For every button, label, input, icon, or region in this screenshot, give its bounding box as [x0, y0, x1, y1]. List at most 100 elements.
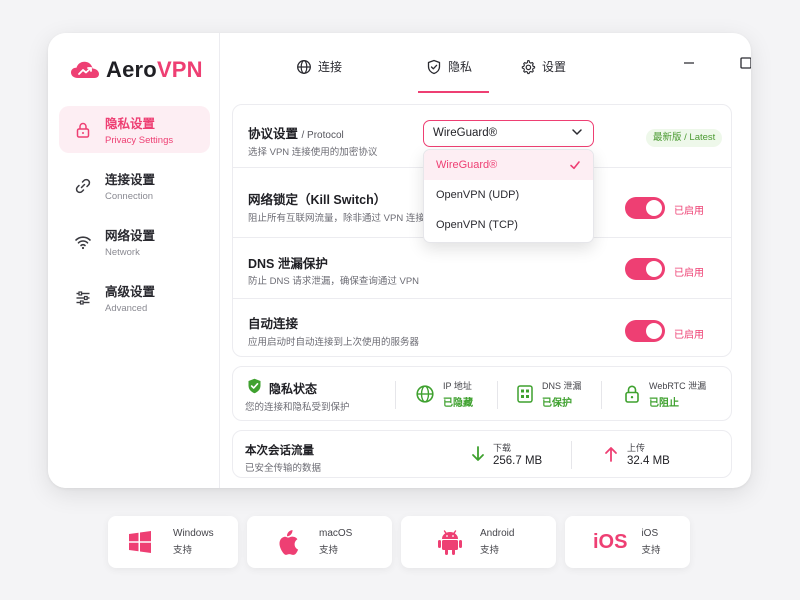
minimize-button[interactable]	[681, 55, 697, 71]
dns-icon	[517, 385, 533, 403]
divider	[601, 381, 602, 409]
platform-card-macos[interactable]: macOS 支持	[247, 516, 392, 568]
setting-desc: 阻止所有互联网流量，除非通过 VPN 连接	[248, 213, 425, 224]
setting-title: 自动连接	[248, 317, 299, 331]
sidebar-item-sublabel: Connection	[105, 191, 154, 202]
wifi-icon	[75, 235, 91, 249]
protocol-option[interactable]: WireGuard®	[424, 150, 593, 180]
maximize-icon	[740, 57, 751, 69]
sidebar-item-label: 连接设置	[105, 173, 156, 187]
link-icon	[75, 178, 91, 193]
sidebar-item-label: 隐私设置	[105, 117, 156, 131]
protocol-option-label: OpenVPN (UDP)	[436, 189, 520, 201]
sidebar-item-connection[interactable]: 连接设置 Connection	[59, 162, 210, 209]
protocol-option[interactable]: OpenVPN (TCP)	[424, 210, 593, 240]
platform-support: 支持	[319, 545, 339, 556]
shield-check-icon	[248, 378, 261, 394]
tab-label: 隐私	[448, 60, 473, 74]
download-value: 256.7 MB	[493, 455, 543, 467]
platform-name: Android	[480, 528, 515, 539]
maximize-button[interactable]	[738, 55, 751, 71]
platform-name: macOS	[319, 528, 353, 539]
tab-settings[interactable]: 设置	[516, 59, 570, 93]
upload-value: 32.4 MB	[627, 455, 670, 467]
upload-arrow-icon	[605, 447, 617, 462]
privacy-item-ip: IP 地址 已隐藏	[415, 379, 473, 409]
cloud-logo-icon	[71, 61, 99, 78]
app-window: AeroVPN 隐私设置 Privacy Settings 连接设置 Conne…	[48, 33, 751, 488]
divider	[497, 381, 498, 409]
auto-connect-toggle[interactable]	[625, 320, 665, 342]
privacy-item-value: 已保护	[542, 398, 572, 409]
protocol-title-cn: 协议设置	[248, 127, 299, 141]
tab-privacy[interactable]: 隐私	[418, 59, 489, 93]
protocol-dropdown: WireGuard® OpenVPN (UDP) OpenVPN (TCP)	[423, 149, 594, 243]
platform-card-android[interactable]: Android 支持	[401, 516, 556, 568]
setting-row-dns-leak: DNS 泄漏保护 防止 DNS 请求泄漏，确保查询通过 VPN 已启用	[233, 238, 731, 298]
shield-icon	[427, 59, 441, 75]
setting-status: 已启用	[674, 268, 704, 279]
setting-status: 已启用	[674, 206, 704, 217]
toggle-knob	[646, 200, 662, 216]
setting-desc: 防止 DNS 请求泄漏，确保查询通过 VPN	[248, 276, 420, 287]
tab-label: 设置	[542, 60, 567, 74]
sidebar-item-sublabel: Privacy Settings	[105, 135, 174, 146]
chevron-down-icon	[572, 129, 582, 135]
traffic-panel: 本次会话流量 已安全传输的数据 下载 256.7 MB 上传 32.4 MB	[232, 430, 732, 478]
platform-name: Windows	[173, 528, 214, 539]
dns-leak-toggle[interactable]	[625, 258, 665, 280]
platform-support: 支持	[173, 545, 193, 556]
upload-label: 上传	[627, 443, 646, 453]
tab-label: 连接	[318, 60, 343, 74]
traffic-desc: 已安全传输的数据	[245, 463, 322, 474]
protocol-select[interactable]: WireGuard®	[423, 120, 594, 147]
protocol-desc: 选择 VPN 连接使用的加密协议	[248, 147, 378, 158]
minimize-icon	[684, 62, 694, 64]
top-bar: 连接 隐私 设置	[220, 33, 751, 93]
globe-icon	[416, 385, 434, 403]
setting-title: DNS 泄漏保护	[248, 257, 328, 271]
apple-icon	[279, 530, 299, 555]
privacy-item-dns: DNS 泄漏 已保护	[516, 379, 582, 409]
sidebar-item-sublabel: Network	[105, 247, 140, 258]
privacy-status-panel: 隐私状态 您的连接和隐私受到保护 IP 地址 已隐藏 DNS 泄漏 已保护 We…	[232, 366, 732, 421]
setting-desc: 应用启动时自动连接到上次使用的服务器	[248, 337, 420, 348]
privacy-item-label: IP 地址	[443, 381, 472, 391]
lock-icon	[625, 385, 639, 403]
sidebar-item-network[interactable]: 网络设置 Network	[59, 218, 210, 265]
gear-icon	[521, 59, 536, 75]
logo-text-aero: Aero	[106, 57, 157, 82]
ios-icon: iOS	[593, 530, 628, 553]
kill-switch-toggle[interactable]	[625, 197, 665, 219]
logo-text-vpn: VPN	[156, 57, 203, 82]
app-logo: AeroVPN	[70, 57, 203, 83]
setting-status: 已启用	[674, 330, 704, 341]
windows-icon	[129, 531, 151, 553]
divider	[395, 381, 396, 409]
privacy-item-value: 已阻止	[649, 398, 679, 409]
latest-badge: 最新版 / Latest	[646, 129, 723, 147]
protocol-select-value: WireGuard®	[433, 127, 498, 139]
sidebar-item-privacy[interactable]: 隐私设置 Privacy Settings	[59, 106, 210, 153]
check-icon	[570, 161, 580, 170]
privacy-status-title: 隐私状态	[269, 382, 318, 396]
download-label: 下载	[493, 443, 512, 453]
privacy-item-label: DNS 泄漏	[542, 381, 582, 391]
privacy-item-label: WebRTC 泄漏	[649, 381, 707, 391]
platform-card-ios[interactable]: iOS iOS 支持	[565, 516, 690, 568]
globe-icon	[297, 60, 311, 74]
platform-support: 支持	[480, 545, 500, 556]
privacy-item-value: 已隐藏	[443, 398, 473, 409]
platform-card-windows[interactable]: Windows 支持	[108, 516, 238, 568]
protocol-option[interactable]: OpenVPN (UDP)	[424, 180, 593, 210]
setting-row-auto-connect: 自动连接 应用启动时自动连接到上次使用的服务器 已启用	[233, 299, 731, 357]
sidebar: AeroVPN 隐私设置 Privacy Settings 连接设置 Conne…	[48, 33, 220, 488]
protocol-option-label: OpenVPN (TCP)	[436, 219, 518, 231]
tab-connect[interactable]: 连接	[292, 59, 346, 93]
protocol-option-label: WireGuard®	[436, 159, 498, 171]
setting-title: 网络锁定（Kill Switch）	[248, 193, 387, 207]
privacy-status-desc: 您的连接和隐私受到保护	[245, 402, 350, 413]
sidebar-item-advanced[interactable]: 高级设置 Advanced	[59, 274, 210, 321]
traffic-title: 本次会话流量	[245, 445, 314, 457]
protocol-title-en: / Protocol	[301, 130, 344, 141]
